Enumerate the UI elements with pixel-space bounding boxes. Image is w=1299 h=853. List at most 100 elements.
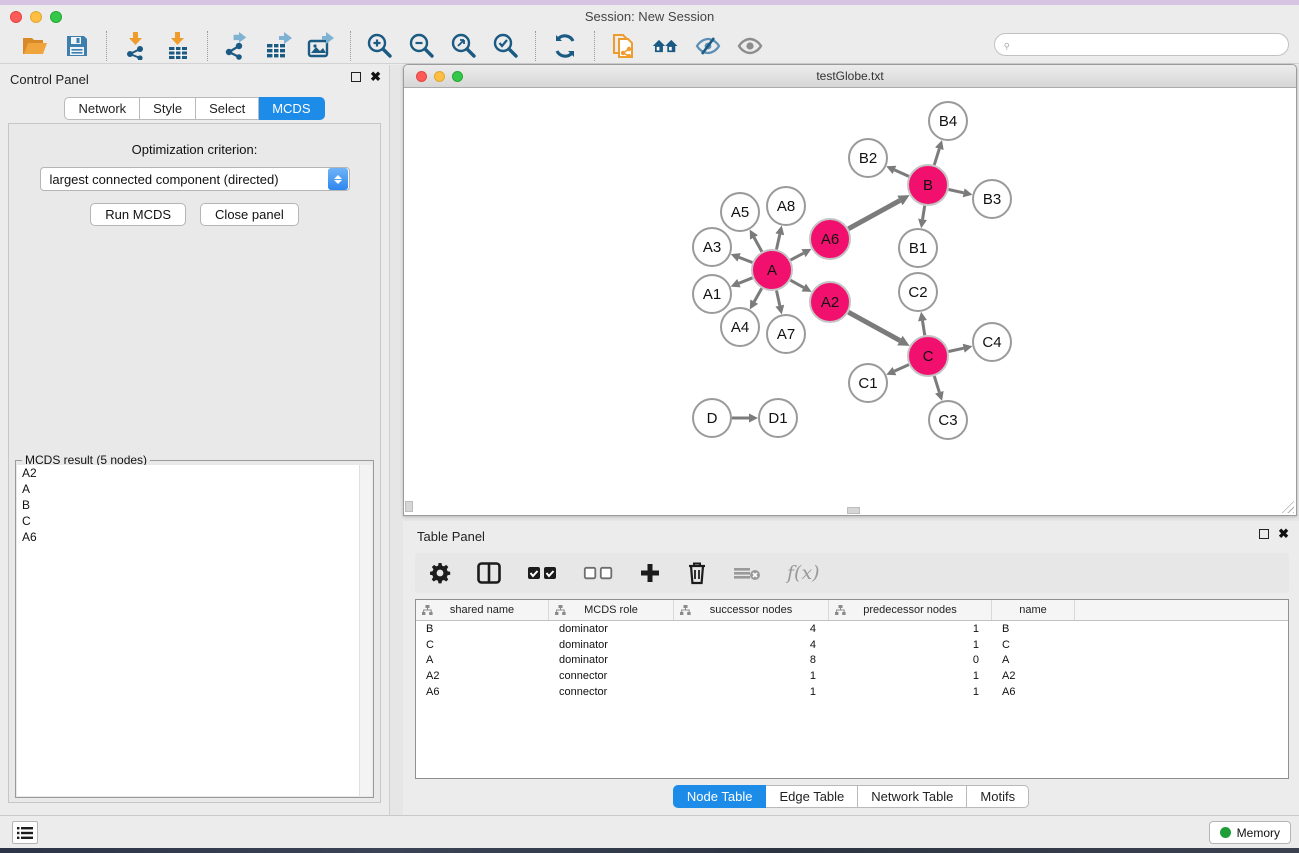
graph-edge[interactable]	[776, 234, 779, 249]
tab-edge-table[interactable]: Edge Table	[766, 785, 858, 808]
col-mcds-role[interactable]: MCDS role	[549, 600, 674, 620]
maximize-window-button[interactable]	[50, 11, 62, 23]
list-item[interactable]: A2	[17, 465, 372, 481]
table-cell[interactable]: A6	[992, 686, 1075, 698]
run-mcds-button[interactable]: Run MCDS	[90, 203, 186, 226]
graph-edge[interactable]	[754, 288, 762, 301]
zoom-out-icon[interactable]	[407, 32, 437, 60]
close-table-panel-icon[interactable]: ✖	[1278, 529, 1289, 539]
delete-icon[interactable]	[687, 560, 707, 586]
table-row[interactable]: Bdominator41B	[416, 621, 1288, 637]
hide-panel-eye-slash-icon[interactable]	[693, 32, 723, 60]
table-row[interactable]: Cdominator41C	[416, 637, 1288, 653]
table-cell[interactable]: A	[416, 654, 549, 666]
tab-mcds[interactable]: MCDS	[259, 97, 324, 120]
float-table-panel-icon[interactable]	[1259, 529, 1269, 539]
table-cell[interactable]: A6	[416, 686, 549, 698]
zoom-selected-icon[interactable]	[491, 32, 521, 60]
tab-node-table[interactable]: Node Table	[673, 785, 767, 808]
tab-motifs[interactable]: Motifs	[967, 785, 1029, 808]
table-row[interactable]: A2connector11A2	[416, 668, 1288, 684]
graph-edge[interactable]	[894, 365, 908, 371]
graph-edge[interactable]	[923, 206, 925, 220]
optimization-criterion-dropdown[interactable]: largest connected component (directed)	[40, 167, 350, 191]
table-cell[interactable]: B	[992, 623, 1075, 635]
graph-edge[interactable]	[791, 253, 804, 260]
table-cell[interactable]: dominator	[549, 623, 674, 635]
scrollbar-track[interactable]	[359, 465, 372, 796]
list-item[interactable]: A	[17, 481, 372, 497]
canvas-left-handle[interactable]	[405, 501, 413, 512]
tab-network-table[interactable]: Network Table	[858, 785, 967, 808]
table-cell[interactable]: C	[416, 639, 549, 651]
float-panel-icon[interactable]	[351, 72, 361, 82]
network-canvas[interactable]: B4B2BB3A5A8A6B1A3AC2A1A2A4A7C4CC1DD1C3	[405, 89, 1295, 514]
table-cell[interactable]: 4	[674, 639, 829, 651]
col-successor-nodes[interactable]: successor nodes	[674, 600, 829, 620]
table-cell[interactable]: connector	[549, 686, 674, 698]
table-row[interactable]: Adominator80A	[416, 652, 1288, 668]
table-cell[interactable]: 1	[674, 686, 829, 698]
function-builder-icon[interactable]: f(x)	[787, 560, 820, 586]
table-cell[interactable]: 8	[674, 654, 829, 666]
graph-edge[interactable]	[739, 257, 752, 262]
canvas-bottom-handle[interactable]	[847, 507, 860, 514]
table-cell[interactable]: 1	[674, 670, 829, 682]
graph-edge[interactable]	[922, 321, 924, 336]
table-cell[interactable]: 0	[829, 654, 992, 666]
graph-edge[interactable]	[949, 348, 964, 351]
graph-edge[interactable]	[934, 149, 939, 165]
task-history-button[interactable]	[12, 821, 38, 844]
minimize-network-window-button[interactable]	[434, 71, 445, 82]
add-column-icon[interactable]	[639, 560, 661, 586]
table-cell[interactable]: dominator	[549, 639, 674, 651]
list-item[interactable]: A6	[17, 529, 372, 545]
close-panel-button[interactable]: Close panel	[200, 203, 299, 226]
zoom-fit-icon[interactable]	[449, 32, 479, 60]
close-window-button[interactable]	[10, 11, 22, 23]
table-cell[interactable]: dominator	[549, 654, 674, 666]
table-cell[interactable]: B	[416, 623, 549, 635]
node-table[interactable]: shared name MCDS role successor nodes pr…	[415, 599, 1289, 779]
search-box[interactable]: ⌕	[994, 33, 1289, 56]
list-item[interactable]: C	[17, 513, 372, 529]
graph-edge[interactable]	[848, 200, 900, 228]
minimize-window-button[interactable]	[30, 11, 42, 23]
table-body[interactable]: Bdominator41BCdominator41CAdominator80AA…	[416, 621, 1288, 699]
network-window-titlebar[interactable]: testGlobe.txt	[404, 65, 1296, 88]
show-panel-eye-icon[interactable]	[735, 32, 765, 60]
graph-edge[interactable]	[848, 312, 900, 340]
export-network-icon[interactable]	[222, 32, 252, 60]
tab-style[interactable]: Style	[140, 97, 196, 120]
table-cell[interactable]: 1	[829, 639, 992, 651]
import-network-icon[interactable]	[121, 32, 151, 60]
zoom-in-icon[interactable]	[365, 32, 395, 60]
refresh-icon[interactable]	[550, 32, 580, 60]
table-cell[interactable]: 4	[674, 623, 829, 635]
maximize-network-window-button[interactable]	[452, 71, 463, 82]
list-item[interactable]: B	[17, 497, 372, 513]
graph-edge[interactable]	[934, 376, 939, 392]
table-cell[interactable]: A	[992, 654, 1075, 666]
export-image-icon[interactable]	[306, 32, 336, 60]
tab-select[interactable]: Select	[196, 97, 259, 120]
import-table-icon[interactable]	[163, 32, 193, 60]
columns-icon[interactable]	[477, 560, 501, 586]
network-overview-icon[interactable]	[651, 32, 681, 60]
save-session-icon[interactable]	[62, 32, 92, 60]
table-cell[interactable]: 1	[829, 686, 992, 698]
col-name[interactable]: name	[992, 600, 1075, 620]
table-cell[interactable]: connector	[549, 670, 674, 682]
gear-icon[interactable]	[429, 560, 451, 586]
search-input[interactable]	[1010, 38, 1288, 52]
graph-edge[interactable]	[739, 278, 753, 283]
table-row[interactable]: A6connector11A6	[416, 684, 1288, 700]
open-file-icon[interactable]	[20, 32, 50, 60]
table-cell[interactable]: A2	[416, 670, 549, 682]
graph-edge[interactable]	[776, 291, 779, 306]
graph-edge[interactable]	[949, 189, 964, 192]
table-cell[interactable]: A2	[992, 670, 1075, 682]
delete-table-icon[interactable]	[733, 560, 761, 586]
window-controls[interactable]	[10, 11, 62, 23]
network-window-controls[interactable]	[416, 71, 463, 82]
